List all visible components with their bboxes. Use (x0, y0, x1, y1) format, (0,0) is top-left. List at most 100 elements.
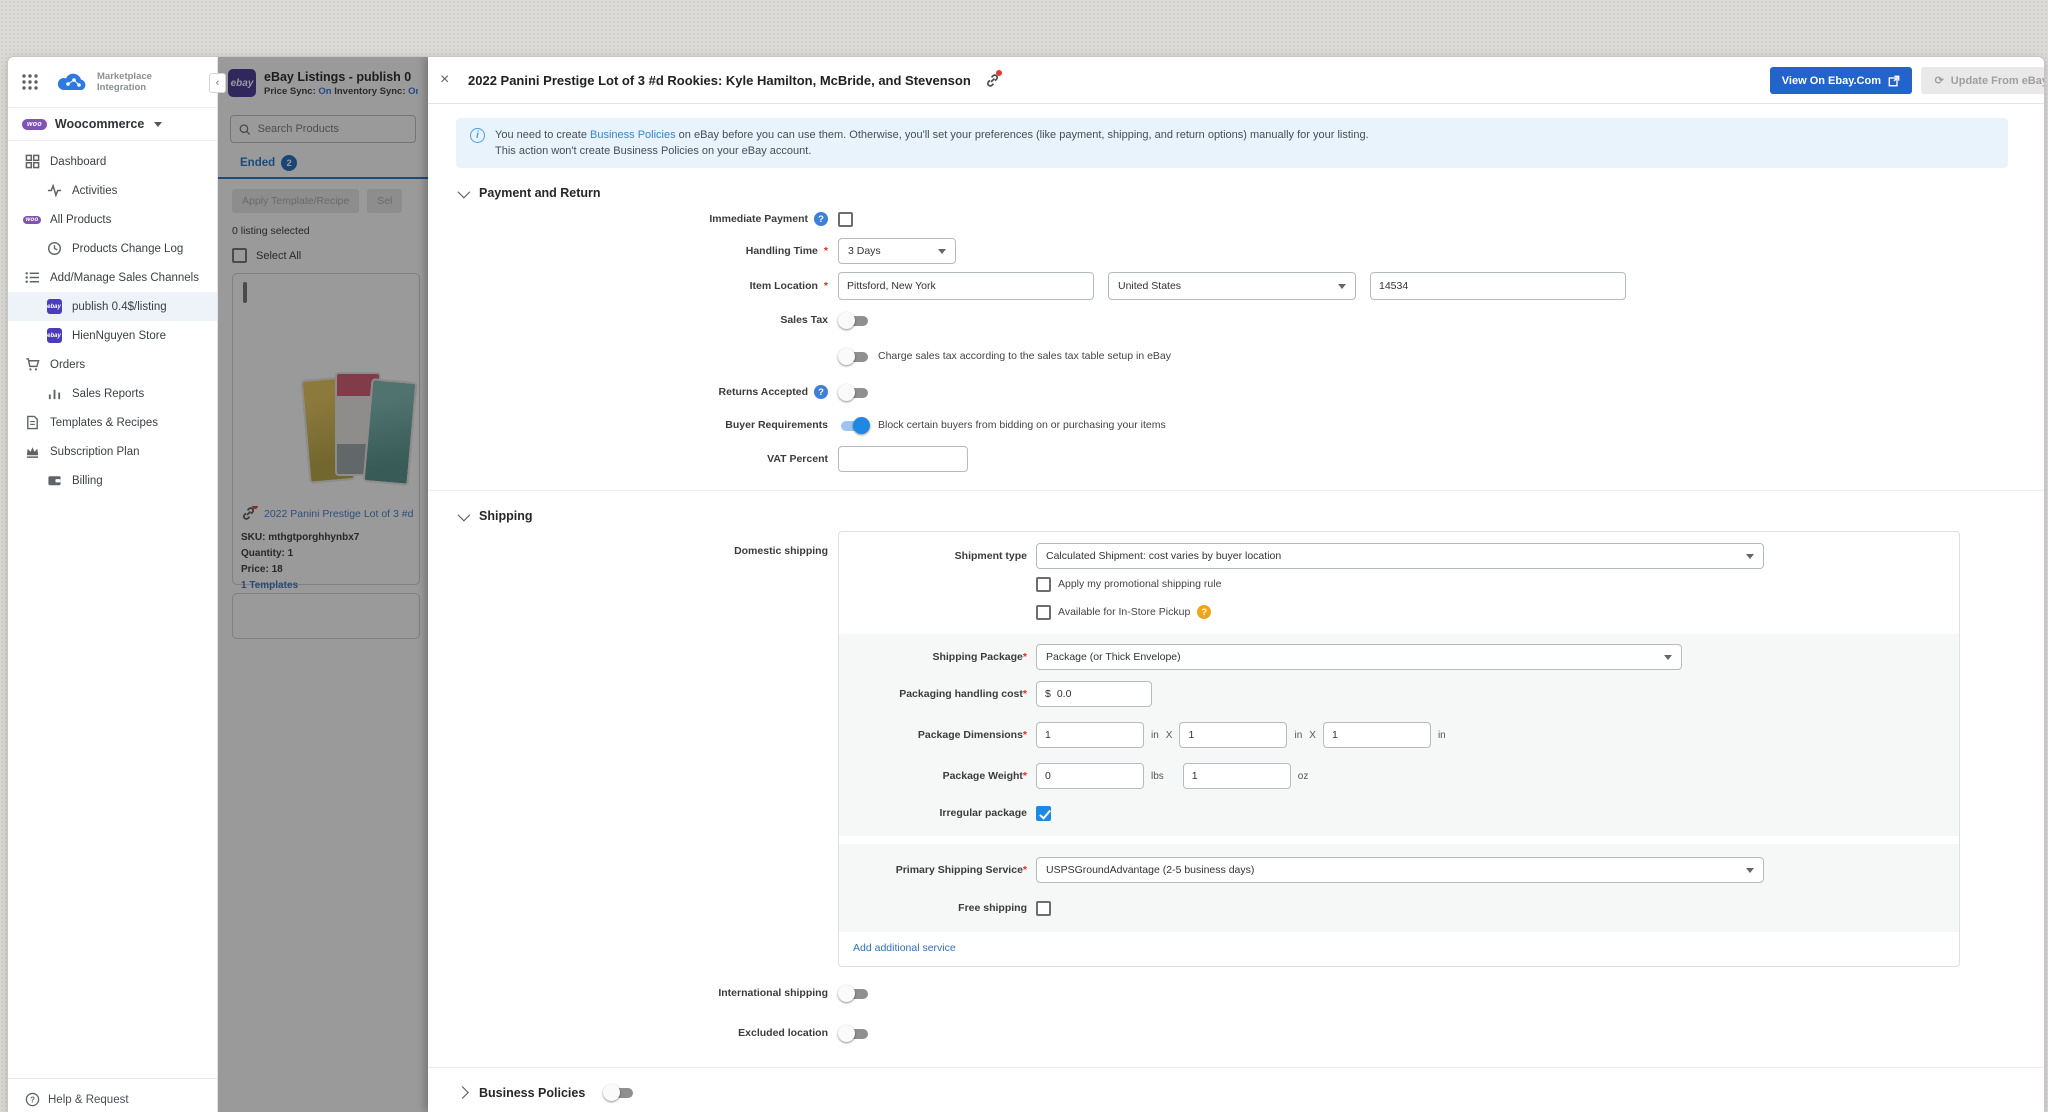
primary-service-band: Primary Shipping Service* USPSGroundAdva… (839, 844, 1959, 932)
view-on-ebay-button[interactable]: View On Ebay.Com (1770, 67, 1912, 94)
cloud-logo-icon (56, 71, 90, 93)
history-icon (46, 241, 62, 257)
svg-text:?: ? (30, 1095, 35, 1104)
content-area: ebay eBay Listings - publish 0 Price Syn… (218, 57, 2044, 1112)
handling-cost-field[interactable]: $ 0.0 (1036, 681, 1152, 707)
handling-time-select[interactable]: 3 Days (838, 238, 956, 264)
help-circle-icon: ? (24, 1092, 40, 1108)
ebay-icon: ebay (46, 328, 62, 344)
alert-dot (996, 70, 1002, 76)
apps-grid-icon[interactable] (22, 74, 38, 90)
cart-icon (24, 357, 40, 373)
sidebar-item-products-change-log[interactable]: Products Change Log (8, 234, 217, 263)
info-banner: i You need to create Business Policies o… (456, 118, 2008, 168)
sidebar-collapse-button[interactable]: ‹ (209, 73, 226, 93)
sidebar-item-dashboard[interactable]: Dashboard (8, 147, 217, 176)
sidebar-item-billing[interactable]: Billing (8, 466, 217, 495)
international-shipping-toggle[interactable] (838, 985, 870, 1002)
sidebar: Marketplace Integration ‹ woo Woocommerc… (8, 57, 218, 1112)
package-weight-row: Package Weight* lbs oz (839, 756, 1959, 796)
domestic-shipping-row: Domestic shipping Shipment type Calculat… (456, 531, 2008, 967)
chevron-down-icon (154, 122, 162, 127)
primary-service-select[interactable]: USPSGroundAdvantage (2-5 business days) (1036, 857, 1764, 883)
sales-tax-toggle[interactable] (838, 312, 870, 329)
shipment-type-row: Shipment type Calculated Shipment: cost … (839, 532, 1959, 570)
package-dimensions-row: Package Dimensions* in X in X in (839, 714, 1959, 756)
item-location-row: Item Location* United States (456, 268, 2008, 304)
vat-percent-row: VAT Percent (456, 442, 2008, 476)
business-policies-toggle[interactable] (603, 1084, 635, 1101)
sidebar-item-subscription-plan[interactable]: Subscription Plan (8, 437, 217, 466)
shipping-section-header[interactable]: Shipping (458, 509, 2008, 523)
ebay-icon: ebay (46, 299, 62, 315)
payment-section-header[interactable]: Payment and Return (458, 186, 2008, 200)
update-from-ebay-button[interactable]: ⟳ Update From eBay (1921, 67, 2044, 94)
buyer-requirements-row: Buyer Requirements Block certain buyers … (456, 408, 2008, 442)
pickup-checkbox[interactable] (1036, 605, 1051, 620)
help-icon[interactable]: ? (1197, 605, 1211, 619)
woo-icon: woo (22, 119, 47, 130)
ebay-link-icon[interactable] (985, 73, 1000, 88)
modal-overlay (218, 57, 428, 1112)
excluded-location-toggle[interactable] (838, 1025, 870, 1042)
document-icon (24, 415, 40, 431)
sidebar-item-activities[interactable]: Activities (8, 176, 217, 205)
free-shipping-row: Free shipping (839, 890, 1959, 926)
dimension-height-field[interactable] (1323, 722, 1431, 748)
promo-rule-row: Apply my promotional shipping rule (839, 570, 1959, 598)
brand-name: Marketplace Integration (97, 71, 152, 93)
chevron-down-icon (458, 185, 471, 198)
country-select[interactable]: United States (1108, 272, 1356, 300)
dimension-length-field[interactable] (1036, 722, 1144, 748)
weight-oz-field[interactable] (1183, 763, 1291, 789)
sidebar-item-all-products[interactable]: woo All Products (8, 205, 217, 234)
chevron-down-icon (458, 508, 471, 521)
primary-service-row: Primary Shipping Service* USPSGroundAdva… (839, 850, 1959, 890)
list-icon (24, 270, 40, 286)
business-policies-link[interactable]: Business Policies (590, 129, 676, 141)
help-icon[interactable]: ? (814, 212, 828, 226)
sidebar-item-templates-recipes[interactable]: Templates & Recipes (8, 408, 217, 437)
caret-down-icon (1664, 655, 1672, 660)
add-additional-service-link[interactable]: Add additional service (839, 932, 1959, 964)
external-link-icon (1888, 75, 1900, 87)
charge-tax-toggle[interactable] (838, 348, 870, 365)
sidebar-item-sales-reports[interactable]: Sales Reports (8, 379, 217, 408)
handling-time-row: Handling Time* 3 Days (456, 234, 2008, 268)
irregular-package-checkbox[interactable] (1036, 806, 1051, 821)
sidebar-item-hiennguyen-store[interactable]: ebay HienNguyen Store (8, 321, 217, 350)
currency-symbol: $ (1045, 688, 1051, 700)
caret-down-icon (1338, 284, 1346, 289)
listing-editor-drawer: × 2022 Panini Prestige Lot of 3 #d Rooki… (428, 57, 2044, 1112)
shipment-type-select[interactable]: Calculated Shipment: cost varies by buye… (1036, 543, 1764, 569)
listing-title: 2022 Panini Prestige Lot of 3 #d Rookies… (468, 73, 971, 88)
package-details-band: Shipping Package* Package (or Thick Enve… (839, 634, 1959, 836)
promo-rule-checkbox[interactable] (1036, 577, 1051, 592)
weight-lbs-field[interactable] (1036, 763, 1144, 789)
help-request[interactable]: ? Help & Request (8, 1078, 217, 1112)
shipping-package-row: Shipping Package* Package (or Thick Enve… (839, 640, 1959, 674)
section-divider (428, 490, 2044, 491)
immediate-payment-checkbox[interactable] (838, 212, 853, 227)
returns-accepted-toggle[interactable] (838, 384, 870, 401)
dimension-width-field[interactable] (1179, 722, 1287, 748)
sales-tax-row: Sales Tax (456, 304, 2008, 336)
excluded-location-row: Excluded location (456, 1013, 2008, 1053)
business-policies-header[interactable]: Business Policies (458, 1084, 2008, 1101)
city-field[interactable] (838, 272, 1094, 300)
international-shipping-row: International shipping (456, 973, 2008, 1013)
store-selector[interactable]: woo Woocommerce (8, 107, 217, 141)
help-icon[interactable]: ? (814, 385, 828, 399)
vat-percent-field[interactable] (838, 446, 968, 472)
sidebar-item-sales-channels[interactable]: Add/Manage Sales Channels (8, 263, 217, 292)
sidebar-item-publish-listing[interactable]: ebay publish 0.4$/listing (8, 292, 217, 321)
close-icon[interactable]: × (440, 71, 460, 89)
zip-field[interactable] (1370, 272, 1626, 300)
buyer-requirements-toggle[interactable] (838, 417, 870, 434)
dashboard-icon (24, 154, 40, 170)
free-shipping-checkbox[interactable] (1036, 901, 1051, 916)
app-window: Marketplace Integration ‹ woo Woocommerc… (8, 57, 2044, 1112)
shipping-package-select[interactable]: Package (or Thick Envelope) (1036, 644, 1682, 670)
activities-icon (46, 183, 62, 199)
sidebar-item-orders[interactable]: Orders (8, 350, 217, 379)
